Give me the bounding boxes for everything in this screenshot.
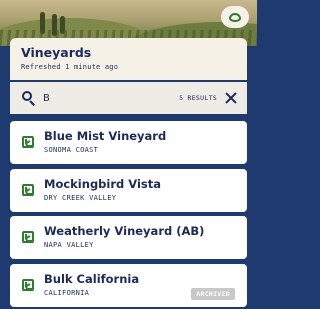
search-icon xyxy=(22,91,36,106)
list-item[interactable]: Weatherly Vineyard (AB) NAPA VALLEY xyxy=(10,216,247,259)
vineyard-name: Blue Mist Vineyard xyxy=(44,129,167,143)
refresh-status: Refreshed 1 minute ago xyxy=(21,63,119,71)
list-item[interactable]: Mockingbird Vista DRY CREEK VALLEY xyxy=(10,168,247,212)
vineyard-region: DRY CREEK VALLEY xyxy=(44,193,117,202)
vineyard-icon xyxy=(22,278,34,291)
list-item[interactable]: Bulk California CALIFORNIA ARCHIVED xyxy=(10,263,247,307)
leaf-button[interactable] xyxy=(221,6,249,28)
list-item[interactable]: Blue Mist Vineyard SONOMA COAST xyxy=(10,121,247,164)
vineyard-list: Blue Mist Vineyard SONOMA COAST Mockingb… xyxy=(10,121,247,309)
leaf-icon xyxy=(229,12,241,22)
search-bar: 5 RESULTS xyxy=(10,82,247,114)
close-icon[interactable] xyxy=(225,92,237,104)
result-count: 5 RESULTS xyxy=(179,94,217,102)
vineyard-icon xyxy=(22,136,34,148)
archived-badge: ARCHIVED xyxy=(191,287,235,300)
vineyard-region: CALIFORNIA xyxy=(44,288,90,297)
vineyard-region: NAPA VALLEY xyxy=(44,241,94,249)
vineyard-name: Bulk California xyxy=(44,271,140,286)
search-input[interactable] xyxy=(43,89,163,107)
vineyard-region: SONOMA COAST xyxy=(44,146,99,154)
vineyard-name: Weatherly Vineyard (AB) xyxy=(44,224,205,238)
page-header: Vineyards Refreshed 1 minute ago xyxy=(10,38,247,80)
page-title: Vineyards xyxy=(21,45,92,60)
vineyard-name: Mockingbird Vista xyxy=(44,176,161,191)
vineyard-icon xyxy=(22,183,34,196)
vineyard-icon xyxy=(22,231,34,243)
